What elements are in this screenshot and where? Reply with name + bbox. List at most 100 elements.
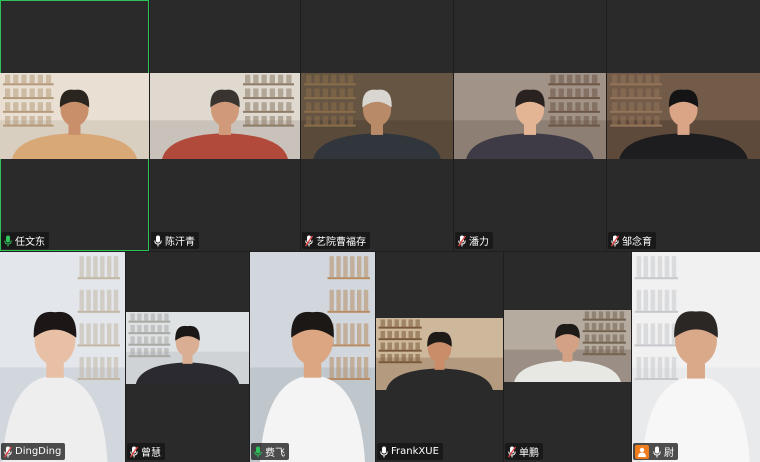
shelf-board <box>548 83 600 86</box>
book <box>86 256 91 278</box>
book <box>566 88 573 98</box>
participant-tile-4[interactable]: 邹念育 <box>607 0 760 251</box>
video-feed <box>150 73 300 159</box>
participant-tile-9[interactable]: 单鹏 <box>504 252 631 462</box>
video-frame <box>126 312 249 384</box>
book <box>612 88 618 98</box>
shelf-board <box>634 378 679 380</box>
participant-name: 单鹏 <box>519 448 539 459</box>
microphone-icon[interactable] <box>652 445 661 458</box>
microphone-icon[interactable] <box>3 234 12 247</box>
book <box>380 330 385 339</box>
book <box>657 323 663 345</box>
participant-name: 潘力 <box>469 237 489 248</box>
participant-tile-3[interactable]: 潘力 <box>454 0 606 251</box>
book <box>13 116 19 125</box>
book <box>654 74 660 84</box>
book <box>347 102 354 111</box>
presenter-person-icon <box>635 444 649 459</box>
book <box>137 348 142 356</box>
shelf-board <box>582 318 626 321</box>
shelf-board <box>77 378 120 380</box>
book <box>408 342 413 350</box>
microphone-icon[interactable] <box>507 445 516 458</box>
book <box>620 74 626 84</box>
participant-tile-5[interactable]: DingDing <box>0 252 125 462</box>
book <box>408 319 413 327</box>
participant-tile-8[interactable]: FrankXUE <box>376 252 503 462</box>
book <box>387 342 392 350</box>
book <box>37 74 43 84</box>
participant-name: FrankXUE <box>391 446 439 457</box>
microphone-icon[interactable] <box>304 234 313 247</box>
book <box>245 116 251 125</box>
book <box>4 88 11 98</box>
microphone-icon[interactable] <box>153 234 162 247</box>
book <box>93 357 98 378</box>
book <box>157 348 162 356</box>
book <box>380 342 385 350</box>
book <box>575 74 581 84</box>
participant-tile-7[interactable]: 费飞 <box>250 252 375 462</box>
book <box>164 313 169 321</box>
video-feed <box>0 73 149 159</box>
book <box>598 311 604 319</box>
book <box>329 256 334 278</box>
book <box>253 74 259 84</box>
microphone-icon[interactable] <box>253 445 262 458</box>
book <box>130 348 135 356</box>
participant-nameplate: 艺院曹福存 <box>302 232 370 249</box>
book <box>29 88 35 98</box>
book <box>664 256 670 278</box>
video-feed <box>376 318 503 390</box>
book <box>306 88 312 98</box>
book <box>143 313 149 321</box>
book <box>79 289 84 311</box>
microphone-icon[interactable] <box>129 445 138 458</box>
participant-tile-0[interactable]: 任文东 <box>0 0 149 251</box>
book <box>415 342 420 350</box>
book <box>322 116 329 125</box>
book <box>286 116 292 125</box>
book <box>314 102 320 111</box>
shelf-board <box>610 83 663 86</box>
participant-tile-6[interactable]: 曾慧 <box>126 252 249 462</box>
book <box>619 322 625 331</box>
book <box>566 102 573 111</box>
video-frame <box>376 318 503 390</box>
microphone-icon[interactable] <box>610 234 619 247</box>
book <box>394 354 399 362</box>
book <box>253 116 259 125</box>
participant-tile-2[interactable]: 艺院曹福存 <box>301 0 453 251</box>
book <box>322 102 329 111</box>
book <box>643 256 649 278</box>
book <box>636 357 642 378</box>
participant-name: 艺院曹福存 <box>316 237 366 248</box>
participant-tile-10[interactable]: 尉 <box>632 252 760 462</box>
video-feed <box>454 73 606 159</box>
book <box>347 116 354 125</box>
participant-tile-1[interactable]: 陈汗青 <box>150 0 300 251</box>
book <box>245 74 251 84</box>
microphone-icon[interactable] <box>379 445 388 458</box>
book <box>245 102 251 111</box>
book <box>150 336 156 344</box>
book <box>645 88 652 98</box>
microphone-icon[interactable] <box>3 445 12 458</box>
book <box>29 74 35 84</box>
book <box>107 256 112 278</box>
book <box>137 324 142 333</box>
shelf-board <box>304 124 356 127</box>
book <box>637 116 643 125</box>
shelf-board <box>327 344 370 347</box>
shelf-board <box>304 110 356 113</box>
book <box>278 74 284 84</box>
participant-nameplate: 曾慧 <box>127 443 165 460</box>
book <box>322 74 329 84</box>
shelf-board <box>243 124 294 127</box>
book <box>143 336 149 344</box>
book <box>245 88 251 98</box>
microphone-icon[interactable] <box>457 234 466 247</box>
book <box>592 116 598 125</box>
book <box>643 289 649 311</box>
